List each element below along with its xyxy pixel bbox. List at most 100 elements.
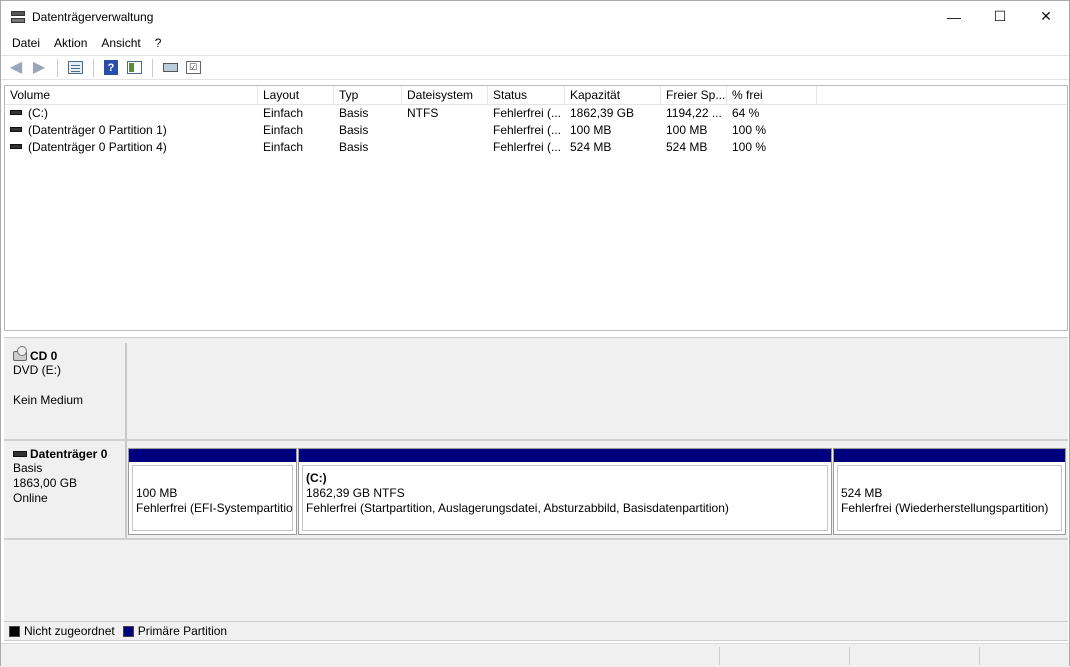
volume-icon — [10, 127, 22, 133]
volume-name: (Datenträger 0 Partition 1) — [28, 123, 167, 137]
volume-prozent-frei: 100 % — [732, 123, 767, 137]
cd-drive-icon — [13, 346, 27, 361]
toolbar: ◀ ▶ ? ☑ — [1, 55, 1069, 80]
legend-label-primary: Primäre Partition — [137, 624, 228, 638]
primary-partition-bar — [834, 449, 1065, 462]
disk-info-drive: DVD (E:) — [13, 363, 61, 377]
partition-status: Fehlerfrei (EFI-Systempartition) — [136, 501, 293, 515]
column-header-typ[interactable]: Typ — [334, 86, 402, 105]
status-bar — [1, 643, 1069, 667]
partition-recovery[interactable]: 524 MB Fehlerfrei (Wiederherstellungspar… — [833, 448, 1066, 535]
close-button[interactable]: ✕ — [1023, 1, 1069, 32]
menu-bar: Datei Aktion Ansicht ? — [1, 33, 1069, 53]
volume-dateisystem — [402, 122, 488, 139]
help-icon: ? — [104, 60, 118, 75]
volume-freier-speicher: 100 MB — [666, 123, 708, 137]
volume-freier-speicher: 524 MB — [666, 140, 708, 154]
status-bar-separator — [849, 647, 850, 665]
column-header-kapazitaet[interactable]: Kapazität — [565, 86, 661, 105]
legend-swatch-primary — [122, 625, 134, 637]
column-header-freier-speicher[interactable]: Freier Sp... — [661, 86, 727, 105]
volume-layout: Einfach — [263, 123, 304, 137]
volume-name: (C:) — [28, 106, 48, 120]
partition-efi[interactable]: 100 MB Fehlerfrei (EFI-Systempartition) — [128, 448, 297, 535]
volume-list-header: Volume Layout Typ Dateisystem Status Kap… — [5, 86, 1067, 105]
volume-kapazitaet: 100 MB — [570, 123, 612, 137]
forward-button[interactable]: ▶ — [28, 58, 50, 78]
volume-kapazitaet: 1862,39 GB — [570, 106, 635, 120]
volume-icon — [10, 144, 22, 150]
volume-layout: Einfach — [263, 140, 304, 154]
show-hide-pane-icon — [126, 61, 142, 74]
partition-size: 524 MB — [841, 486, 883, 500]
hard-disk-icon — [13, 451, 27, 457]
back-arrow-icon: ◀ — [9, 58, 23, 76]
volume-row[interactable]: (Datenträger 0 Partition 4) Einfach Basi… — [5, 139, 1067, 156]
volume-status: Fehlerfrei (... — [493, 140, 562, 154]
legend-swatch-unallocated — [9, 625, 20, 637]
partition-size: 1862,39 GB NTFS — [306, 486, 405, 500]
volume-dateisystem: NTFS — [407, 106, 439, 120]
disk-row-disk0: Datenträger 0 Basis 1863,00 GB Online 10… — [4, 441, 1068, 538]
partition-name — [136, 471, 292, 486]
partition-size: 100 MB — [136, 486, 178, 500]
volume-kapazitaet: 524 MB — [570, 140, 612, 154]
minimize-button[interactable]: — — [931, 1, 977, 32]
disk-management-window: Datenträgerverwaltung — ☐ ✕ Datei Aktion… — [0, 0, 1070, 667]
volume-list[interactable]: Volume Layout Typ Dateisystem Status Kap… — [4, 85, 1068, 331]
volume-dateisystem — [402, 139, 488, 156]
column-header-layout[interactable]: Layout — [258, 86, 334, 105]
graphical-disk-view: CD 0 DVD (E:) Kein Medium Datenträger 0 … — [4, 337, 1068, 621]
volume-typ: Basis — [339, 106, 369, 120]
column-header-prozent-frei[interactable]: % frei — [727, 86, 817, 105]
menu-datei[interactable]: Datei — [5, 36, 47, 50]
volume-prozent-frei: 64 % — [732, 106, 760, 120]
properties-button[interactable] — [64, 58, 86, 78]
properties-icon — [67, 61, 83, 74]
back-button[interactable]: ◀ — [5, 58, 27, 78]
column-header-dateisystem[interactable]: Dateisystem — [402, 86, 488, 105]
disk-info-size: 1863,00 GB — [13, 476, 78, 490]
disk-info-medium: Kein Medium — [13, 393, 84, 407]
disk-title: CD 0 — [30, 349, 58, 363]
partition-c[interactable]: (C:) 1862,39 GB NTFS Fehlerfrei (Startpa… — [298, 448, 832, 535]
disk-info-status: Online — [13, 491, 48, 505]
menu-help[interactable]: ? — [148, 36, 169, 50]
column-header-volume[interactable]: Volume — [5, 86, 258, 105]
column-header-status[interactable]: Status — [488, 86, 565, 105]
partition-name: (C:) — [306, 471, 327, 485]
volume-name: (Datenträger 0 Partition 4) — [28, 140, 167, 154]
volume-freier-speicher: 1194,22 ... — [666, 106, 722, 120]
menu-aktion[interactable]: Aktion — [47, 36, 94, 50]
status-bar-separator — [719, 647, 720, 665]
legend-label-unallocated: Nicht zugeordnet — [24, 624, 115, 638]
toolbar-separator — [57, 58, 58, 77]
primary-partition-bar — [129, 449, 296, 462]
volume-prozent-frei: 100 % — [732, 140, 767, 154]
volume-status: Fehlerfrei (... — [493, 123, 562, 137]
status-bar-separator — [979, 647, 980, 665]
partition-name — [841, 471, 1061, 486]
disk-label-disk0[interactable]: Datenträger 0 Basis 1863,00 GB Online — [4, 441, 127, 538]
forward-arrow-icon: ▶ — [32, 58, 46, 76]
help-button[interactable]: ? — [100, 58, 122, 78]
title-bar: Datenträgerverwaltung — ☐ ✕ — [1, 1, 1069, 32]
checklist-icon: ☑ — [185, 61, 201, 74]
maximize-button[interactable]: ☐ — [977, 1, 1023, 32]
volume-row[interactable]: (C:) Einfach Basis NTFS Fehlerfrei (... … — [5, 105, 1067, 122]
toolbar-separator — [93, 58, 94, 77]
connect-button[interactable] — [159, 58, 181, 78]
disk-label-cd0[interactable]: CD 0 DVD (E:) Kein Medium — [4, 343, 127, 439]
volume-row[interactable]: (Datenträger 0 Partition 1) Einfach Basi… — [5, 122, 1067, 139]
menu-ansicht[interactable]: Ansicht — [94, 36, 147, 50]
show-hide-pane-button[interactable] — [123, 58, 145, 78]
volume-typ: Basis — [339, 123, 369, 137]
legend: Nicht zugeordnet Primäre Partition — [4, 621, 1068, 641]
partition-status: Fehlerfrei (Startpartition, Auslagerungs… — [306, 501, 729, 515]
disk-row-cd0: CD 0 DVD (E:) Kein Medium — [4, 343, 1068, 439]
disk-management-app-icon — [10, 9, 26, 25]
volume-status: Fehlerfrei (... — [493, 106, 562, 120]
volume-typ: Basis — [339, 140, 369, 154]
checklist-button[interactable]: ☑ — [182, 58, 204, 78]
volume-icon — [10, 110, 22, 116]
